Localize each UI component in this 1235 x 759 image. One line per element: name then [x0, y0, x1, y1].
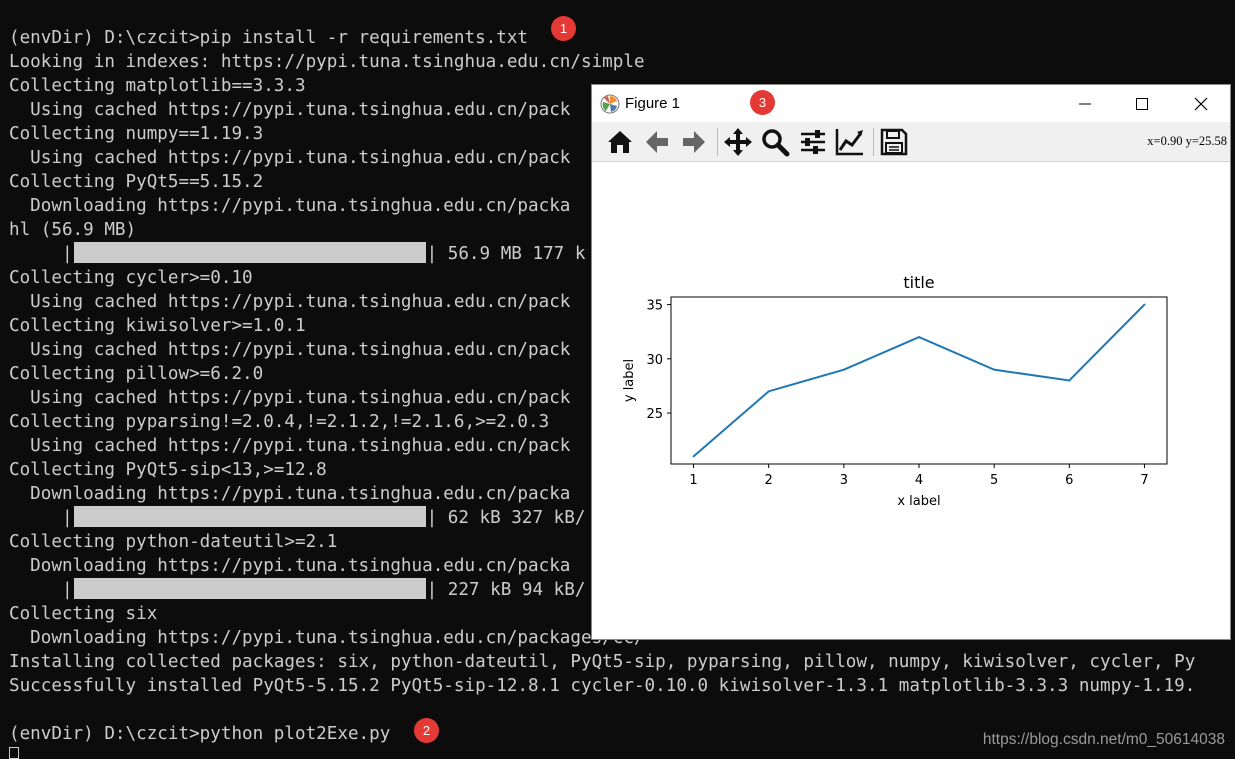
- annotation-badge-3: 3: [750, 90, 775, 115]
- terminal-line: Using cached https://pypi.tuna.tsinghua.…: [9, 340, 571, 360]
- edit-axis-button[interactable]: [834, 126, 866, 158]
- zoom-button[interactable]: [759, 126, 791, 158]
- data-point: [842, 368, 845, 371]
- configure-subplots-button[interactable]: [797, 126, 829, 158]
- y-tick-label: 30: [646, 353, 663, 368]
- data-point: [918, 336, 920, 339]
- terminal-line: Collecting kiwisolver>=1.0.1: [9, 316, 306, 336]
- home-button[interactable]: [604, 126, 636, 158]
- terminal-line: Downloading https://pypi.tuna.tsinghua.e…: [9, 484, 571, 504]
- navigation-toolbar: x=0.90 y=25.58: [592, 122, 1230, 162]
- window-title: Figure 1: [625, 95, 681, 112]
- data-point: [993, 368, 996, 371]
- terminal-line: Collecting pyparsing!=2.0.4,!=2.1.2,!=2.…: [9, 412, 550, 432]
- x-tick-label: 4: [915, 473, 923, 488]
- x-tick-label: 2: [765, 473, 773, 488]
- minimize-button[interactable]: [1062, 85, 1108, 122]
- pan-move-icon: [724, 128, 752, 156]
- chart-title: title: [903, 273, 934, 292]
- progress-status: | 227 kB 94 kB/: [426, 580, 586, 600]
- configure-subplots-icon: [801, 130, 825, 154]
- save-icon: [880, 128, 908, 156]
- data-point: [1068, 379, 1071, 382]
- terminal-line: Collecting python-dateutil>=2.1: [9, 532, 338, 552]
- x-tick-label: 6: [1065, 473, 1073, 488]
- progress-status: | 62 kB 327 kB/: [426, 508, 586, 528]
- window-titlebar[interactable]: Figure 1 3: [592, 85, 1230, 122]
- terminal-line: Collecting numpy==1.19.3: [9, 124, 264, 144]
- terminal-line: Collecting PyQt5-sip<13,>=12.8: [9, 460, 327, 480]
- terminal-line: (envDir) D:\czcit>python plot2Exe.py: [9, 724, 391, 744]
- terminal-line: Collecting matplotlib==3.3.3: [9, 76, 306, 96]
- download-progress-bar: [73, 578, 426, 599]
- terminal-line: Looking in indexes: https://pypi.tuna.ts…: [9, 52, 645, 72]
- maximize-icon: [1136, 97, 1148, 110]
- minimize-icon: [1079, 103, 1091, 104]
- terminal-line: hl (56.9 MB): [9, 220, 137, 240]
- figure-window[interactable]: Figure 1 3 x=0.90 y=25.58 title x label …: [591, 84, 1231, 640]
- figure-canvas[interactable]: title x label y label 1 2 3 4 5 6 7 25 30 35: [592, 162, 1230, 639]
- cursor-coordinate-readout: x=0.90 y=25.58: [1147, 134, 1227, 148]
- terminal-line: Collecting six: [9, 604, 158, 624]
- terminal-line: Using cached https://pypi.tuna.tsinghua.…: [9, 436, 571, 456]
- progress-prefix: |: [9, 508, 73, 528]
- download-progress-bar: [73, 506, 426, 527]
- annotation-badge-1: 1: [551, 16, 576, 41]
- terminal-cursor: [9, 747, 19, 759]
- edit-axis-icon: [835, 129, 863, 156]
- back-button[interactable]: [641, 126, 673, 158]
- forward-button[interactable]: [678, 126, 710, 158]
- x-tick-label: 7: [1140, 473, 1148, 488]
- axes-frame: [670, 296, 1168, 465]
- save-button[interactable]: [878, 126, 910, 158]
- zoom-magnifier-icon: [762, 129, 790, 157]
- data-point: [767, 390, 770, 393]
- annotation-badge-2: 2: [414, 718, 439, 743]
- terminal-line: Using cached https://pypi.tuna.tsinghua.…: [9, 100, 571, 120]
- close-button[interactable]: [1178, 85, 1224, 122]
- pan-button[interactable]: [722, 126, 754, 158]
- terminal-line: Using cached https://pypi.tuna.tsinghua.…: [9, 388, 571, 408]
- blog-watermark: https://blog.csdn.net/m0_50614038: [982, 731, 1225, 748]
- terminal-line: Collecting PyQt5==5.15.2: [9, 172, 264, 192]
- terminal-line: Using cached https://pypi.tuna.tsinghua.…: [9, 148, 571, 168]
- terminal-line: Collecting pillow>=6.2.0: [9, 364, 264, 384]
- x-tick-label: 3: [840, 473, 848, 488]
- toolbar-separator: [717, 128, 718, 156]
- progress-prefix: |: [9, 244, 73, 264]
- y-tick-label: 25: [646, 407, 663, 422]
- terminal-line: Downloading https://pypi.tuna.tsinghua.e…: [9, 196, 571, 216]
- y-axis-label: y label: [622, 359, 637, 402]
- terminal-line: | | 227 kB 94 kB/: [9, 578, 585, 602]
- download-progress-bar: [73, 242, 426, 263]
- y-tick-label: 35: [646, 299, 663, 314]
- back-arrow-icon: [646, 131, 668, 153]
- data-point: [1143, 303, 1146, 306]
- terminal-line: Collecting cycler>=0.10: [9, 268, 253, 288]
- matplotlib-app-icon: [600, 94, 620, 114]
- terminal-line: | | 56.9 MB 177 k: [9, 242, 585, 266]
- terminal-line: Installing collected packages: six, pyth…: [9, 652, 1196, 672]
- home-icon: [608, 131, 632, 153]
- x-axis-label: x label: [897, 494, 940, 509]
- close-icon: [1194, 97, 1208, 110]
- x-tick-label: 5: [990, 473, 998, 488]
- terminal-line: | | 62 kB 327 kB/: [9, 506, 585, 530]
- terminal-line: Successfully installed PyQt5-5.15.2 PyQt…: [9, 676, 1196, 696]
- maximize-button[interactable]: [1119, 85, 1165, 122]
- progress-prefix: |: [9, 580, 73, 600]
- terminal-line: Downloading https://pypi.tuna.tsinghua.e…: [9, 556, 571, 576]
- toolbar-separator: [873, 128, 874, 156]
- forward-arrow-icon: [683, 131, 705, 153]
- progress-status: | 56.9 MB 177 k: [426, 244, 586, 264]
- data-point: [692, 455, 695, 458]
- x-tick-label: 1: [689, 473, 697, 488]
- terminal-line: (envDir) D:\czcit>pip install -r require…: [9, 28, 529, 48]
- terminal-line: Downloading https://pypi.tuna.tsinghua.e…: [9, 628, 645, 648]
- terminal-line: Using cached https://pypi.tuna.tsinghua.…: [9, 292, 571, 312]
